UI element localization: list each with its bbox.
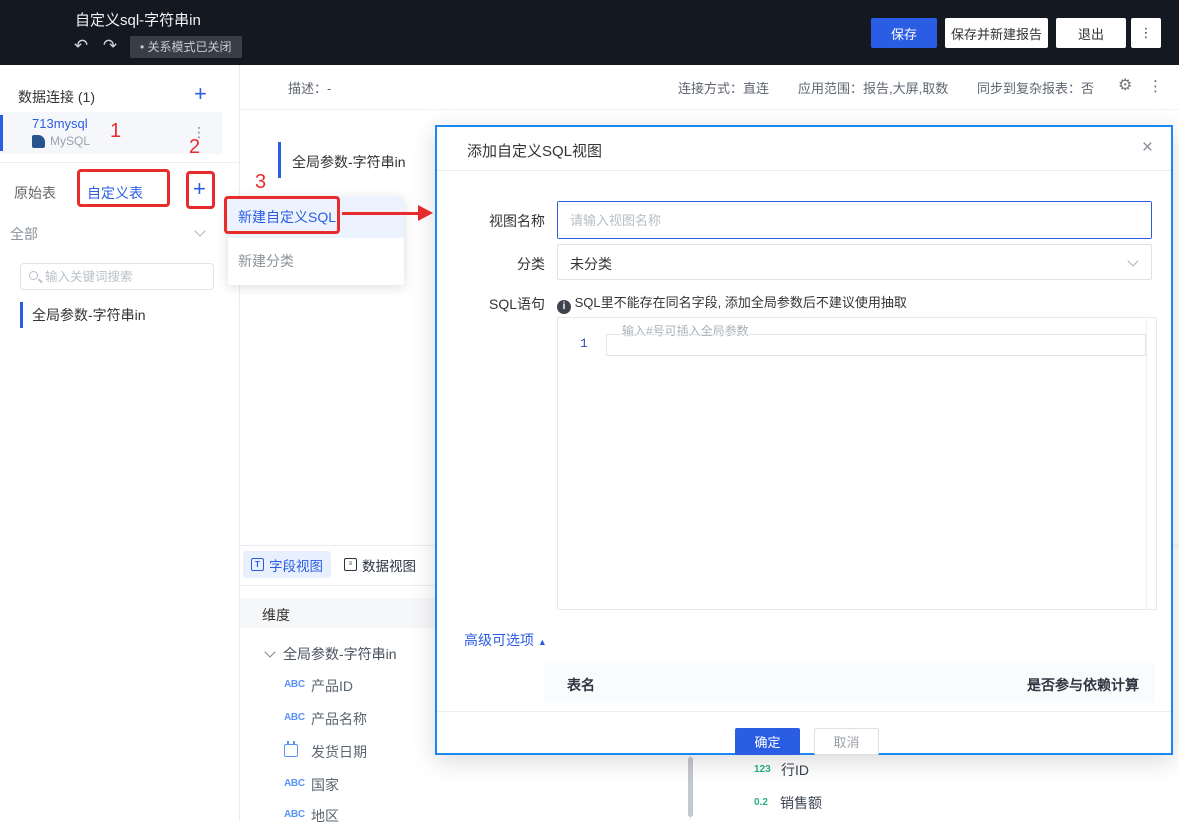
measure-item[interactable]: 行ID bbox=[781, 760, 809, 780]
gear-icon[interactable]: ⚙ bbox=[1118, 75, 1132, 95]
header-divider bbox=[240, 109, 1179, 110]
scrollbar-thumb[interactable] bbox=[688, 757, 693, 817]
line-number: 1 bbox=[580, 336, 588, 351]
tab-field-view[interactable]: T 字段视图 bbox=[243, 551, 331, 578]
data-view-icon: ≡ bbox=[344, 558, 357, 571]
column-dependency: 是否参与依赖计算 bbox=[1027, 677, 1139, 693]
editor-scroll-gutter bbox=[1146, 318, 1147, 609]
sql-code-editor[interactable]: 输入#号可插入全局参数 1 bbox=[557, 317, 1157, 610]
number-field-icon: 123 bbox=[754, 764, 771, 775]
add-connection-icon[interactable]: + bbox=[194, 83, 207, 105]
search-icon bbox=[29, 271, 38, 280]
chevron-down-icon bbox=[1127, 255, 1139, 267]
column-table-name: 表名 bbox=[567, 677, 595, 693]
dialog-footer-divider bbox=[437, 711, 1171, 712]
category-filter-select[interactable]: 全部 bbox=[10, 224, 38, 244]
category-value: 未分类 bbox=[570, 256, 612, 272]
scope-text: 应用范围：报告,大屏,取数 bbox=[798, 81, 949, 96]
tab-raw-tables[interactable]: 原始表 bbox=[14, 183, 56, 203]
advanced-options-label: 高级可选项 bbox=[464, 632, 534, 648]
text-field-icon: ABC bbox=[284, 809, 305, 820]
field-view-icon: T bbox=[251, 558, 264, 571]
menu-item-new-category[interactable]: 新建分类 bbox=[228, 238, 404, 285]
sql-label: SQL语句 bbox=[488, 296, 545, 312]
dimension-item[interactable]: 地区 bbox=[311, 806, 339, 826]
tree-collapse-icon[interactable] bbox=[264, 646, 276, 658]
caret-up-icon: ▲ bbox=[537, 637, 547, 647]
tables-header-row: 表名 是否参与依赖计算 bbox=[544, 663, 1155, 703]
main-tab-indicator bbox=[278, 142, 281, 178]
connections-section-title: 数据连接 (1) bbox=[18, 89, 95, 105]
dimension-item[interactable]: 产品名称 bbox=[311, 709, 367, 729]
connection-type: MySQL bbox=[50, 134, 91, 148]
connection-name: 713mysql bbox=[32, 116, 88, 131]
save-button[interactable]: 保存 bbox=[871, 18, 937, 48]
selected-indicator-bar bbox=[20, 302, 23, 328]
mysql-logo-icon bbox=[32, 135, 45, 148]
annotation-number-2: 2 bbox=[189, 136, 201, 158]
info-icon: i bbox=[557, 300, 571, 314]
text-field-icon: ABC bbox=[284, 712, 305, 723]
sync-report-text: 同步到复杂报表：否 bbox=[977, 81, 1095, 96]
table-item-label: 全局参数-字符串in bbox=[32, 307, 146, 323]
advanced-options-link[interactable]: 高级可选项 ▲ bbox=[464, 630, 547, 650]
data-connection-sidebar: 数据连接 (1) + 713mysql MySQL ⋮ 原始表 自定义表 + 全… bbox=[0, 65, 240, 820]
active-line-box[interactable] bbox=[606, 334, 1146, 356]
dialog-title: 添加自定义SQL视图 bbox=[467, 143, 603, 160]
category-label: 分类 bbox=[517, 256, 545, 272]
decimal-field-icon: 0.2 bbox=[754, 797, 768, 808]
add-table-context-menu: 新建自定义SQL 新建分类 bbox=[228, 197, 404, 285]
category-select[interactable]: 未分类 bbox=[557, 244, 1152, 280]
view-name-input[interactable] bbox=[558, 202, 1151, 238]
dialog-header: 添加自定义SQL视图 × bbox=[437, 127, 1171, 171]
dimension-item[interactable]: 产品ID bbox=[311, 676, 353, 696]
text-field-icon: ABC bbox=[284, 778, 305, 789]
tab-data-view-label: 数据视图 bbox=[362, 558, 416, 574]
add-custom-sql-view-dialog: 添加自定义SQL视图 × 视图名称 分类 未分类 SQL语句 i SQL里不能存… bbox=[435, 125, 1173, 755]
sql-hint-text: SQL里不能存在同名字段, 添加全局参数后不建议使用抽取 bbox=[574, 295, 907, 310]
save-and-new-report-button[interactable]: 保存并新建报告 bbox=[945, 18, 1048, 48]
redo-icon[interactable]: ↷ bbox=[99, 35, 121, 57]
dimension-item[interactable]: 发货日期 bbox=[311, 742, 367, 762]
annotation-arrow bbox=[342, 212, 418, 215]
selected-indicator-bar bbox=[0, 115, 3, 151]
relation-mode-badge: • 关系模式已关闭 bbox=[130, 36, 242, 58]
annotation-number-3: 3 bbox=[255, 171, 267, 193]
main-tab[interactable]: 全局参数-字符串in bbox=[292, 152, 406, 172]
annotation-number-1: 1 bbox=[110, 120, 122, 142]
view-name-label: 视图名称 bbox=[489, 213, 545, 229]
cancel-button[interactable]: 取消 bbox=[814, 728, 879, 755]
dimension-item[interactable]: 国家 bbox=[311, 775, 339, 795]
confirm-button[interactable]: 确定 bbox=[735, 728, 800, 755]
menu-item-new-custom-sql[interactable]: 新建自定义SQL bbox=[228, 197, 404, 238]
tab-data-view[interactable]: ≡ 数据视图 bbox=[336, 551, 424, 578]
app-root: 自定义sql-字符串in ↶ ↷ • 关系模式已关闭 保存 保存并新建报告 退出… bbox=[0, 0, 1179, 824]
chevron-down-icon[interactable] bbox=[194, 225, 206, 237]
table-search bbox=[20, 263, 214, 290]
sql-hint: i SQL里不能存在同名字段, 添加全局参数后不建议使用抽取 bbox=[557, 292, 907, 314]
connect-mode-text: 连接方式：直连 bbox=[678, 81, 770, 96]
tree-group-label[interactable]: 全局参数-字符串in bbox=[283, 644, 397, 664]
description-text: 描述：- bbox=[288, 81, 332, 96]
dimension-header-label: 维度 bbox=[262, 607, 290, 623]
search-input[interactable] bbox=[45, 265, 210, 288]
view-name-field bbox=[557, 201, 1152, 239]
text-field-icon: ABC bbox=[284, 679, 305, 690]
more-menu-button[interactable]: ⋮ bbox=[1131, 18, 1161, 48]
add-custom-table-icon[interactable]: + bbox=[193, 178, 206, 200]
annotation-arrow-head bbox=[418, 205, 433, 221]
table-list-item[interactable]: 全局参数-字符串in bbox=[0, 298, 240, 331]
close-icon[interactable]: × bbox=[1142, 137, 1153, 159]
tab-custom-tables[interactable]: 自定义表 bbox=[87, 183, 143, 203]
measure-item[interactable]: 销售额 bbox=[780, 793, 822, 813]
sidebar-divider bbox=[0, 162, 240, 163]
document-title: 自定义sql-字符串in bbox=[75, 12, 201, 29]
tab-field-view-label: 字段视图 bbox=[269, 558, 323, 574]
calendar-field-icon bbox=[284, 741, 298, 757]
header-more-icon[interactable]: ⋮ bbox=[1148, 77, 1163, 95]
top-bar: 自定义sql-字符串in ↶ ↷ • 关系模式已关闭 保存 保存并新建报告 退出… bbox=[0, 0, 1179, 65]
exit-button[interactable]: 退出 bbox=[1056, 18, 1126, 48]
undo-icon[interactable]: ↶ bbox=[70, 35, 92, 57]
